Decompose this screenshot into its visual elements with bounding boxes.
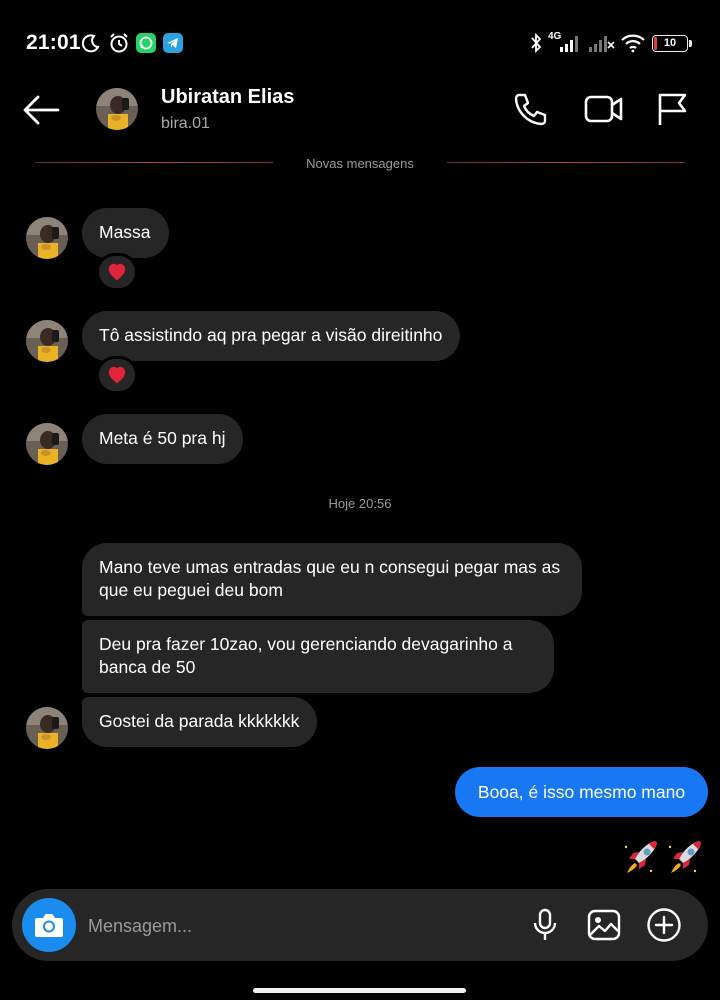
message-input[interactable] — [88, 906, 508, 946]
phone-icon[interactable] — [512, 91, 548, 127]
heart-reaction[interactable] — [96, 253, 138, 291]
message-bubble[interactable]: Tô assistindo aq pra pegar a visão direi… — [82, 311, 461, 361]
rocket-icon — [668, 840, 702, 874]
telegram-icon — [163, 33, 183, 53]
alarm-icon — [108, 32, 130, 54]
rocket-reaction[interactable] — [621, 835, 663, 877]
gallery-icon[interactable] — [584, 905, 624, 945]
back-arrow-icon[interactable] — [22, 92, 60, 128]
microphone-icon[interactable] — [525, 905, 565, 945]
status-time: 21:01 — [26, 31, 81, 54]
message-bubble[interactable]: Massa — [82, 208, 169, 258]
home-indicator[interactable] — [253, 988, 466, 993]
signal-no-service-icon — [589, 34, 615, 52]
heart-icon — [108, 263, 126, 281]
sender-avatar[interactable] — [26, 707, 68, 749]
contact-avatar[interactable] — [96, 88, 138, 130]
sender-avatar[interactable] — [26, 423, 68, 465]
contact-username[interactable]: bira.01 — [161, 115, 210, 133]
divider-left — [35, 162, 273, 163]
sent-message-bubble[interactable]: Booa, é isso mesmo mano — [455, 767, 708, 817]
message-bubble[interactable]: Mano teve umas entradas que eu n consegu… — [82, 543, 582, 616]
sender-avatar[interactable] — [26, 217, 68, 259]
sender-avatar[interactable] — [26, 320, 68, 362]
add-icon[interactable] — [644, 905, 684, 945]
rocket-reaction[interactable] — [665, 835, 707, 877]
battery-indicator: 10 — [652, 35, 692, 52]
signal-icon — [560, 34, 582, 52]
whatsapp-icon — [136, 33, 156, 53]
rocket-icon — [624, 840, 658, 874]
divider-right — [447, 162, 685, 163]
new-messages-label: Novas mensagens — [306, 156, 414, 171]
heart-reaction[interactable] — [96, 356, 138, 394]
time-separator: Hoje 20:56 — [328, 496, 392, 511]
contact-name[interactable]: Ubiratan Elias — [161, 86, 294, 109]
message-bubble[interactable]: Deu pra fazer 10zao, vou gerenciando dev… — [82, 620, 554, 693]
message-bubble[interactable]: Gostei da parada kkkkkkk — [82, 697, 318, 747]
message-bubble[interactable]: Meta é 50 pra hj — [82, 414, 244, 464]
heart-icon — [108, 366, 126, 384]
camera-button[interactable] — [22, 898, 76, 952]
video-icon[interactable] — [584, 92, 624, 126]
flag-icon[interactable] — [655, 91, 689, 127]
bluetooth-icon — [529, 32, 543, 54]
camera-icon — [35, 914, 63, 937]
moon-icon — [81, 33, 101, 53]
wifi-icon — [620, 33, 646, 53]
